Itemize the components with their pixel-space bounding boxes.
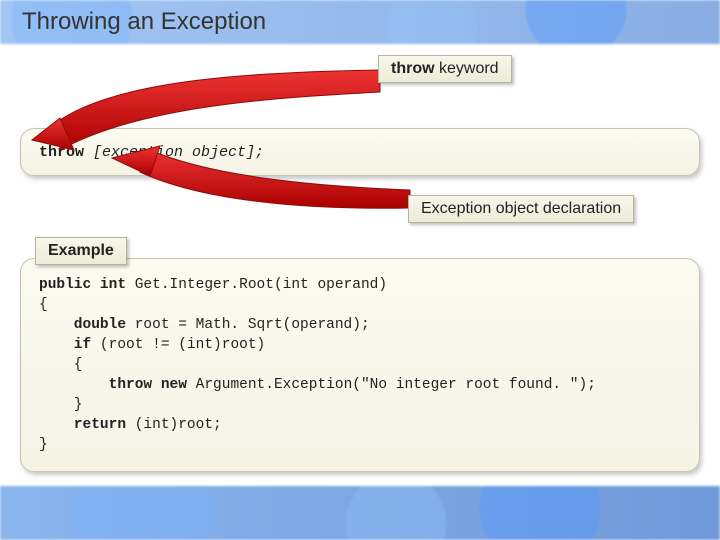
syntax-rest: [exception object]; [84, 144, 264, 161]
code-kw: throw new [39, 377, 196, 393]
code-text: (root != (int)root) [100, 337, 265, 353]
code-kw: return [39, 417, 135, 433]
callout-example: Example [35, 237, 127, 265]
decorative-footer-bg [0, 486, 720, 540]
code-text: } [39, 437, 48, 453]
code-text: { [39, 297, 48, 313]
code-text: } [39, 397, 83, 413]
syntax-box: throw [exception object]; [20, 128, 700, 176]
callout-throw-rest: keyword [435, 60, 499, 77]
code-kw: if [39, 337, 100, 353]
code-text: Argument.Exception("No integer root foun… [196, 377, 596, 393]
callout-throw-keyword: throw keyword [378, 55, 512, 83]
code-text: root = Math. Sqrt(operand); [135, 317, 370, 333]
example-code-box: public int Get.Integer.Root(int operand)… [20, 258, 700, 472]
callout-exception-declaration: Exception object declaration [408, 195, 634, 223]
syntax-kw: throw [39, 144, 84, 161]
callout-throw-bold: throw [391, 60, 435, 77]
page-title: Throwing an Exception [22, 8, 266, 36]
code-kw: double [39, 317, 135, 333]
code-text: { [39, 357, 83, 373]
code-kw: public int [39, 277, 135, 293]
code-text: Get.Integer.Root(int operand) [135, 277, 387, 293]
code-text: (int)root; [135, 417, 222, 433]
